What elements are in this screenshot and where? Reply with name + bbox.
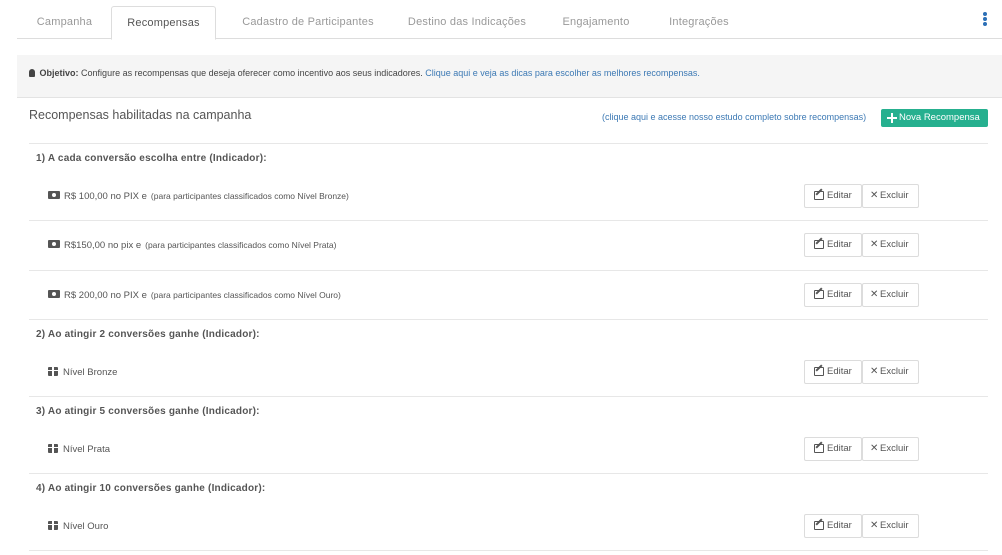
- section-title: 2) Ao atingir 2 conversões ganhe (Indica…: [36, 329, 260, 340]
- tab-campanha[interactable]: Campanha: [21, 6, 108, 39]
- delete-label: Excluir: [880, 239, 909, 250]
- reward-item: R$ 200,00 no PIX e (para participantes cl…: [48, 290, 341, 301]
- gift-icon: [48, 521, 58, 530]
- reward-label: R$ 100,00 no PIX e: [64, 191, 147, 202]
- divider: [29, 270, 988, 271]
- tab-recompensas[interactable]: Recompensas: [111, 6, 216, 40]
- divider: [29, 143, 988, 144]
- delete-button[interactable]: ✕ Excluir: [862, 184, 919, 208]
- reward-item: Nível Bronze: [48, 367, 117, 378]
- edit-icon: [814, 240, 824, 249]
- edit-label: Editar: [827, 289, 852, 300]
- plus-icon: [887, 113, 897, 123]
- reward-label: Nível Bronze: [63, 367, 118, 378]
- divider: [29, 220, 988, 221]
- objective-text: Configure as recompensas que deseja ofer…: [81, 68, 423, 78]
- divider: [29, 550, 988, 551]
- tab-destino-indicacoes[interactable]: Destino das Indicações: [399, 6, 535, 39]
- edit-label: Editar: [827, 443, 852, 454]
- delete-button[interactable]: ✕ Excluir: [862, 360, 919, 384]
- objective-label: Objetivo:: [39, 68, 79, 78]
- delete-button[interactable]: ✕ Excluir: [862, 437, 919, 461]
- more-options-icon[interactable]: [983, 12, 987, 26]
- reward-item: Nível Ouro: [48, 521, 108, 532]
- close-icon: ✕: [870, 239, 879, 250]
- money-icon: [48, 290, 60, 298]
- new-reward-label: Nova Recompensa: [899, 112, 980, 123]
- close-icon: ✕: [870, 366, 879, 377]
- edit-label: Editar: [827, 366, 852, 377]
- reward-note: (para participantes classificados como N…: [150, 290, 341, 300]
- close-icon: ✕: [870, 190, 879, 201]
- delete-button[interactable]: ✕ Excluir: [862, 283, 919, 307]
- edit-label: Editar: [827, 190, 852, 201]
- section-title: 3) Ao atingir 5 conversões ganhe (Indica…: [36, 406, 260, 417]
- divider: [29, 396, 988, 397]
- money-icon: [48, 191, 60, 199]
- edit-button[interactable]: Editar: [804, 283, 862, 307]
- reward-item: R$150,00 no pix e (para participantes cla…: [48, 240, 336, 251]
- close-icon: ✕: [870, 520, 879, 531]
- edit-icon: [814, 290, 824, 299]
- section-title: 4) Ao atingir 10 conversões ganhe (Indic…: [36, 483, 266, 494]
- tips-link[interactable]: Clique aqui e veja as dicas para escolhe…: [425, 68, 700, 78]
- reward-item: R$ 100,00 no PIX e (para participantes cl…: [48, 191, 349, 202]
- lightbulb-icon: [29, 69, 35, 77]
- edit-icon: [814, 367, 824, 376]
- reward-label: Nível Prata: [63, 444, 110, 455]
- study-link[interactable]: (clique aqui e acesse nosso estudo compl…: [602, 112, 866, 122]
- delete-label: Excluir: [880, 443, 909, 454]
- divider: [29, 319, 988, 320]
- gift-icon: [48, 444, 58, 453]
- reward-label: R$ 200,00 no PIX e: [64, 290, 147, 301]
- edit-button[interactable]: Editar: [804, 184, 862, 208]
- edit-icon: [814, 191, 824, 200]
- gift-icon: [48, 367, 58, 376]
- reward-label: R$150,00 no pix e: [64, 240, 142, 251]
- tab-bar: Campanha Recompensas Cadastro de Partici…: [17, 6, 1002, 40]
- tab-engajamento[interactable]: Engajamento: [546, 6, 646, 39]
- tab-cadastro-participantes[interactable]: Cadastro de Participantes: [225, 6, 391, 39]
- reward-note: (para participantes classificados como N…: [145, 240, 337, 250]
- edit-button[interactable]: Editar: [804, 437, 862, 461]
- delete-label: Excluir: [880, 289, 909, 300]
- delete-button[interactable]: ✕ Excluir: [862, 233, 919, 257]
- edit-button[interactable]: Editar: [804, 514, 862, 538]
- objective-bar: Objetivo: Configure as recompensas que d…: [17, 55, 1002, 98]
- edit-button[interactable]: Editar: [804, 233, 862, 257]
- new-reward-button[interactable]: Nova Recompensa: [881, 109, 988, 127]
- delete-label: Excluir: [880, 366, 909, 377]
- money-icon: [48, 240, 60, 248]
- edit-label: Editar: [827, 520, 852, 531]
- edit-icon: [814, 521, 824, 530]
- edit-label: Editar: [827, 239, 852, 250]
- reward-item: Nível Prata: [48, 444, 110, 455]
- close-icon: ✕: [870, 443, 879, 454]
- divider: [29, 473, 988, 474]
- section-title: 1) A cada conversão escolha entre (Indic…: [36, 153, 267, 164]
- close-icon: ✕: [870, 289, 879, 300]
- reward-note: (para participantes classificados como N…: [150, 191, 349, 201]
- edit-button[interactable]: Editar: [804, 360, 862, 384]
- reward-label: Nível Ouro: [63, 521, 109, 532]
- delete-button[interactable]: ✕ Excluir: [862, 514, 919, 538]
- panel-title: Recompensas habilitadas na campanha: [29, 108, 252, 122]
- tab-integracoes[interactable]: Integrações: [657, 6, 741, 39]
- delete-label: Excluir: [880, 520, 909, 531]
- delete-label: Excluir: [880, 190, 909, 201]
- edit-icon: [814, 444, 824, 453]
